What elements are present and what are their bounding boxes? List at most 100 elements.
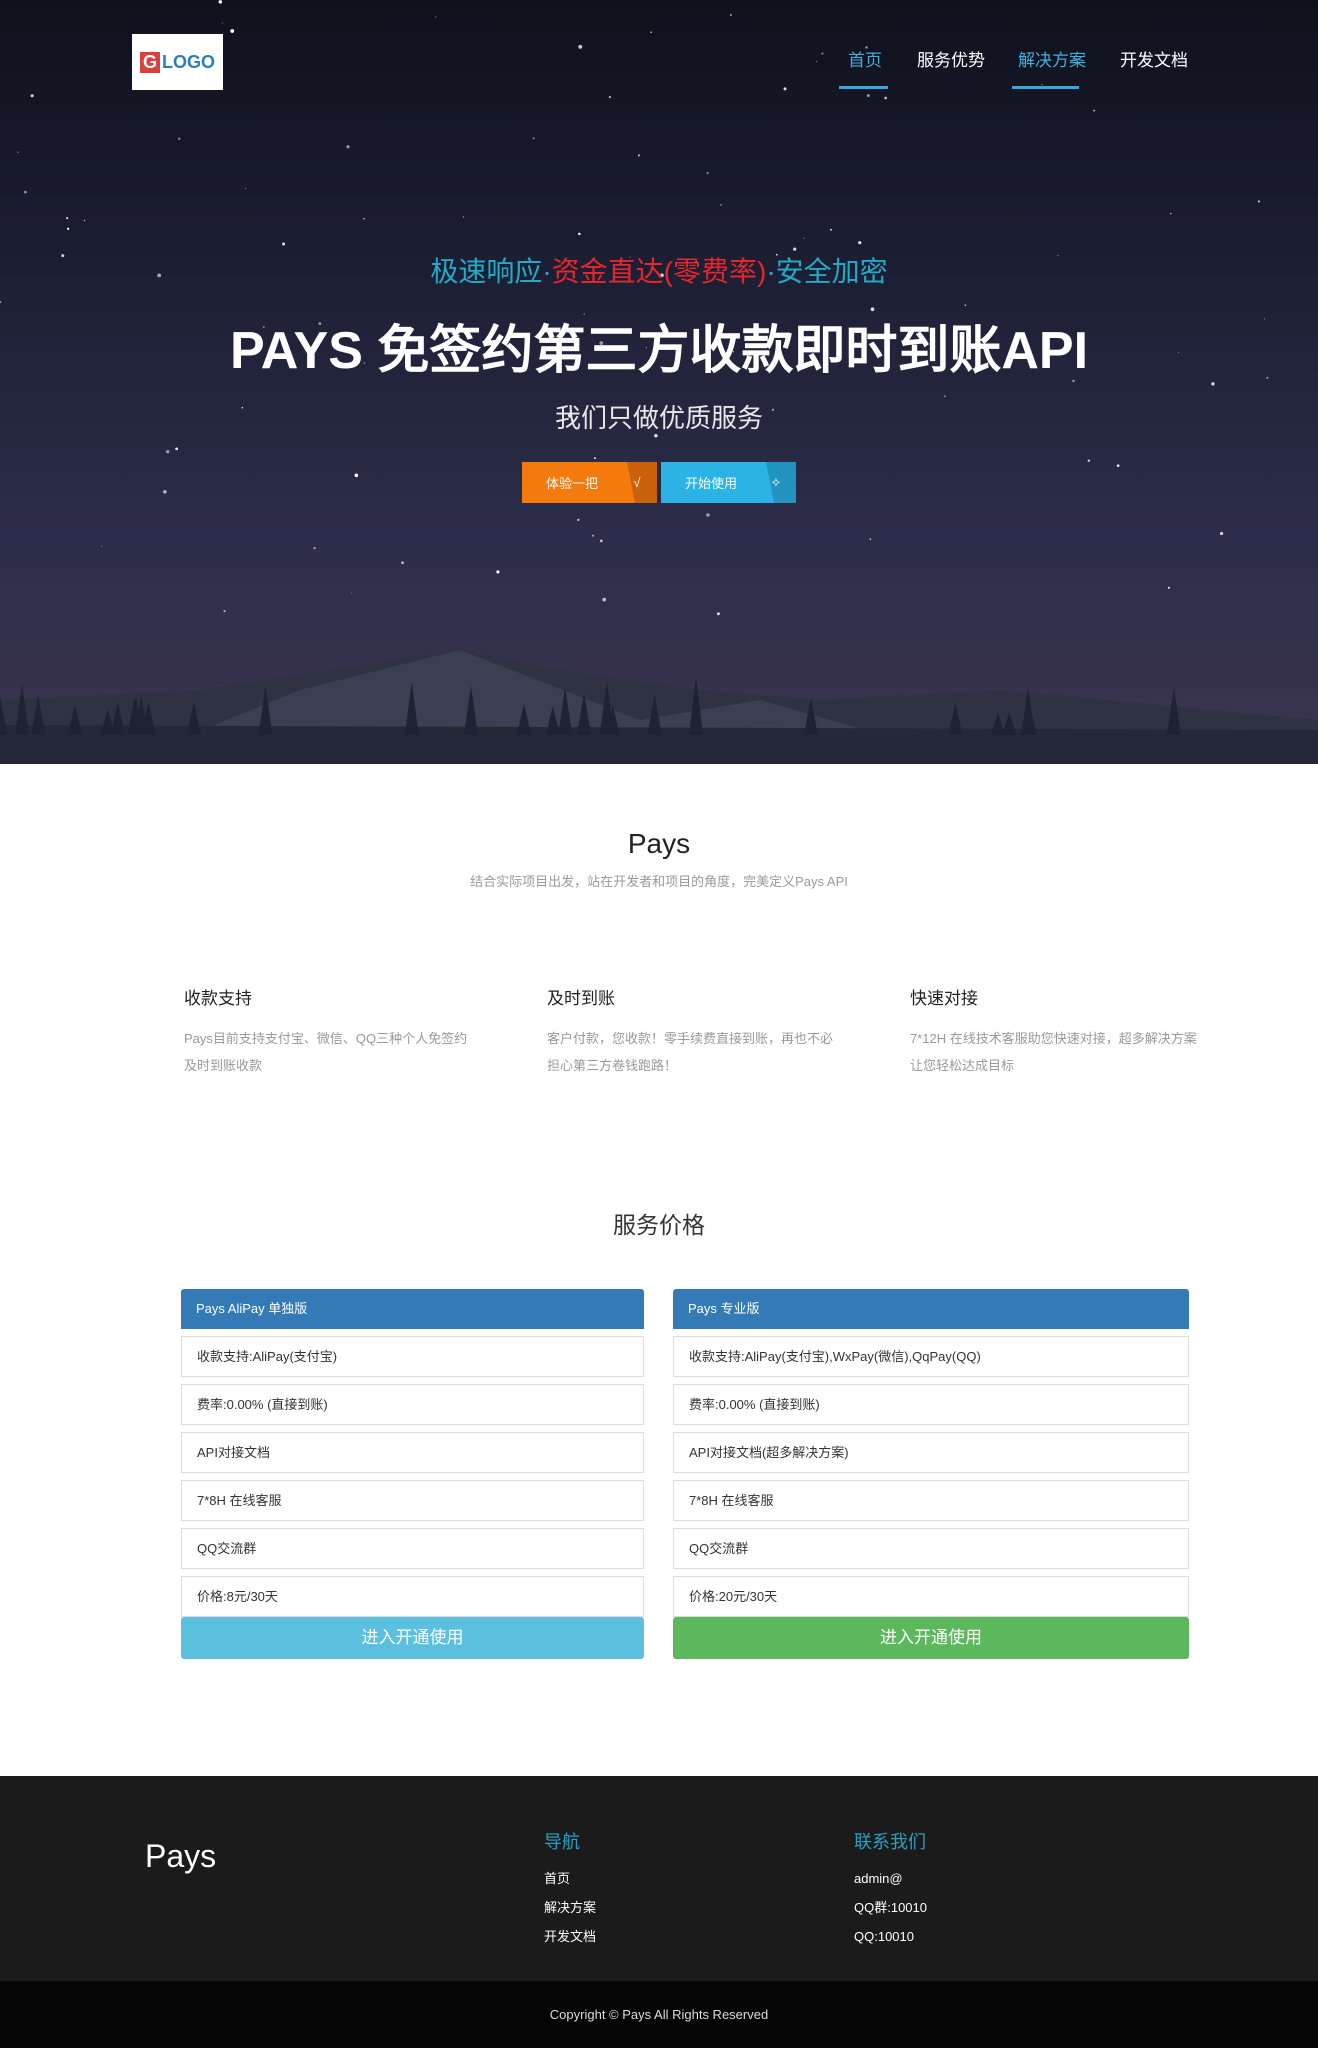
star [435, 16, 437, 18]
star [175, 447, 178, 451]
plan-header: Pays 专业版 [673, 1289, 1189, 1329]
about-subtitle: 结合实际项目出发，站在开发者和项目的角度，完美定义Pays API [470, 874, 848, 889]
star [0, 300, 2, 304]
feature-instant-arrival: 及时到账 客户付款，您收款！零手续费直接到账，再也不必担心第三方卷钱跑路！ [547, 989, 834, 1073]
star [463, 216, 465, 218]
plan-row: API对接文档(超多解决方案) [673, 1432, 1189, 1473]
nav-solutions[interactable]: 解决方案 [1018, 46, 1086, 71]
star [67, 227, 70, 230]
star [23, 190, 27, 194]
start-button[interactable]: 开始使用 ✧ [661, 462, 796, 503]
star [83, 219, 86, 222]
hero-tagline: 极速响应·资金直达(零费率)·安全加密 [430, 256, 888, 287]
plan-row: 收款支持:AliPay(支付宝) [181, 1336, 644, 1377]
star [282, 242, 286, 246]
nav-advantages[interactable]: 服务优势 [917, 46, 985, 71]
star [363, 217, 365, 220]
star [1116, 464, 1120, 467]
star [720, 204, 722, 206]
star [578, 232, 581, 236]
star [729, 14, 732, 16]
star [223, 609, 226, 613]
site-logo[interactable]: G LOGO [132, 34, 223, 90]
star [650, 31, 652, 34]
star [591, 534, 595, 537]
star [221, 22, 223, 24]
copyright: Copyright © Pays All Rights Reserved [0, 1981, 1318, 2048]
star [1167, 586, 1170, 589]
star [884, 96, 887, 100]
plan-row: 费率:0.00% (直接到账) [673, 1384, 1189, 1425]
footer-contact: 联系我们 admin@ QQ群:10010 QQ:10010 [854, 1828, 927, 1951]
star [1093, 109, 1096, 112]
footer-nav: 导航 首页 解决方案 开发文档 [544, 1828, 596, 1951]
nav-home[interactable]: 首页 [848, 46, 882, 71]
star [706, 172, 709, 174]
plan-card-pro: Pays 专业版 收款支持:AliPay(支付宝),WxPay(微信),QqPa… [673, 1289, 1189, 1659]
hero-subtitle: 我们只做优质服务 [554, 403, 763, 433]
plan-row: 收款支持:AliPay(支付宝),WxPay(微信),QqPay(QQ) [673, 1336, 1189, 1377]
footer-logo-broken-image: Pays [145, 1838, 217, 1874]
star [346, 145, 350, 149]
feature-quick-integration: 快速对接 7*12H 在线技术客服助您快速对接，超多解决方案让您轻松达成目标 [910, 989, 1197, 1073]
star [964, 304, 967, 306]
star [218, 0, 223, 4]
star [716, 612, 720, 616]
nav-solutions-underline [1012, 86, 1079, 89]
star [230, 29, 235, 33]
try-button[interactable]: 体验一把 √ [522, 462, 657, 503]
pricing-title: 服务价格 [613, 1212, 705, 1238]
nav-home-underline [839, 86, 888, 89]
about-title: Pays [627, 828, 691, 859]
star [830, 228, 832, 231]
star [608, 95, 612, 99]
plan-row: 价格:8元/30天 [181, 1576, 644, 1617]
footer: Pays 导航 首页 解决方案 开发文档 联系我们 admin@ QQ群:100… [0, 1776, 1318, 1981]
star [858, 241, 862, 245]
plan-row: 7*8H 在线客服 [673, 1480, 1189, 1521]
check-icon: √ [627, 462, 657, 503]
star [178, 137, 181, 140]
star [1257, 200, 1261, 203]
hero-section: G LOGO 首页 服务优势 解决方案 开发文档 极速响应·资金直达(零费率)·安… [0, 0, 1318, 764]
subscribe-pro-button[interactable]: 进入开通使用 [673, 1617, 1189, 1659]
star [245, 188, 247, 189]
subscribe-alipay-button[interactable]: 进入开通使用 [181, 1617, 644, 1659]
footer-link-solutions[interactable]: 解决方案 [544, 1893, 596, 1922]
star [101, 545, 103, 547]
star [30, 94, 34, 98]
star [594, 457, 596, 460]
feature-payment-support: 收款支持 Pays目前支持支付宝、微信、QQ三种个人免签约及时到账收款 [184, 989, 468, 1073]
plan-row: QQ交流群 [673, 1528, 1189, 1569]
star [1087, 459, 1091, 463]
sparkle-icon: ✧ [766, 462, 796, 503]
star [313, 547, 316, 550]
star [577, 518, 580, 521]
plan-row: 7*8H 在线客服 [181, 1480, 644, 1521]
star [496, 570, 500, 574]
star [866, 94, 870, 98]
star [944, 395, 946, 398]
plan-row: 价格:20元/30天 [673, 1576, 1189, 1617]
plan-row: 费率:0.00% (直接到账) [181, 1384, 644, 1425]
contact-qq-group: QQ群:10010 [854, 1900, 927, 1915]
star [578, 44, 583, 49]
plan-header: Pays AliPay 单独版 [181, 1289, 644, 1329]
nav-docs[interactable]: 开发文档 [1120, 46, 1188, 71]
plan-card-alipay: Pays AliPay 单独版 收款支持:AliPay(支付宝) 费率:0.00… [181, 1289, 644, 1659]
contact-qq: QQ:10010 [854, 1929, 914, 1944]
star [803, 237, 805, 239]
star [821, 52, 824, 55]
star [783, 87, 787, 91]
footer-link-docs[interactable]: 开发文档 [544, 1922, 596, 1951]
footer-link-home[interactable]: 首页 [544, 1864, 596, 1893]
plan-row: QQ交流群 [181, 1528, 644, 1569]
star [600, 539, 603, 543]
star [1169, 212, 1172, 215]
star [401, 561, 404, 565]
star [706, 513, 710, 517]
star [1219, 531, 1224, 536]
star [532, 137, 535, 140]
plan-row: API对接文档 [181, 1432, 644, 1473]
star [165, 449, 170, 454]
